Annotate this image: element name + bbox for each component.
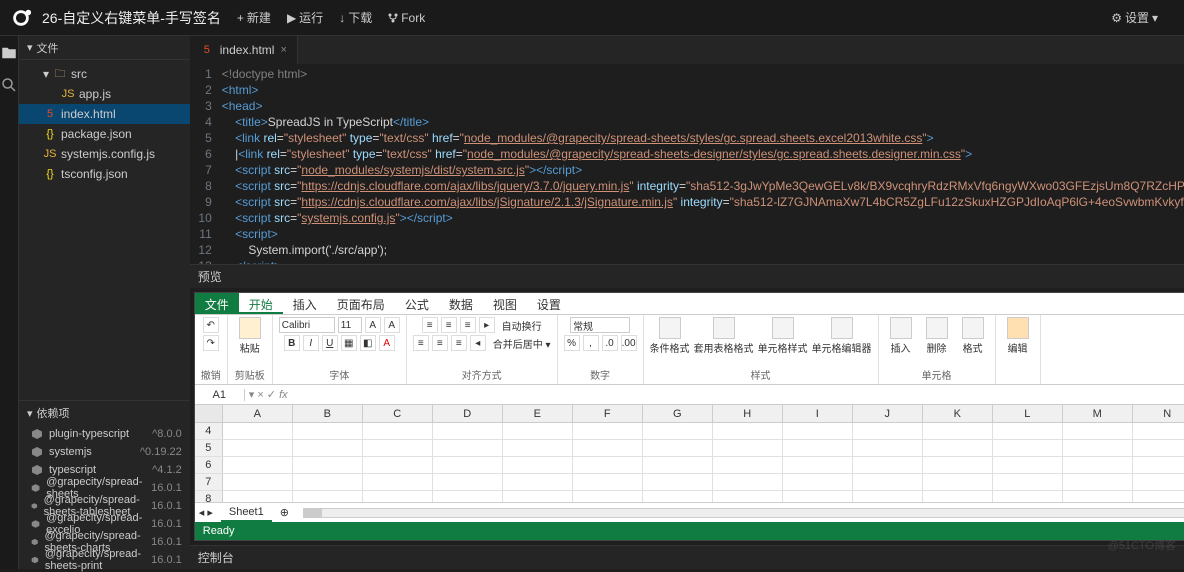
ribbon-tab-0[interactable]: 文件 [195, 293, 239, 314]
ribbon-tab-1[interactable]: 开始 [239, 293, 283, 314]
dep-row[interactable]: plugin-typescript^8.0.0 [19, 425, 190, 443]
delete-button[interactable]: 删除 [921, 317, 953, 355]
top-bar: 26-自定义右键菜单-手写签名 + 新建 ▶ 运行 ↓ 下载 Fork ⚙ 设置… [0, 0, 1184, 36]
fork-button[interactable]: Fork [388, 11, 425, 25]
size-select[interactable] [338, 317, 362, 333]
cell-edit-button[interactable]: 单元格编辑器 [812, 317, 872, 355]
underline-button[interactable]: U [322, 335, 338, 351]
align-left[interactable]: ≡ [413, 335, 429, 351]
sidebar: ▾ 文件 ▾ 🗀src JSapp.js5index.html{}package… [19, 36, 190, 569]
dependencies: ▾ 依赖项 plugin-typescript^8.0.0systemjs^0.… [19, 400, 190, 569]
sheet-tabs: ◂ ▸ Sheet1 ⊕ [195, 502, 1184, 522]
status-bar: Ready — + 100% [195, 522, 1184, 540]
formula-bar[interactable]: A1 ▾ × ✓ fx [195, 385, 1184, 405]
dep-row[interactable]: @grapecity/spread-sheets-print16.0.1 [19, 551, 190, 569]
preview-pane: 文件开始插入页面布局公式数据视图设置 ↶↷撤销 粘贴剪贴板 AA BIU▦◧A … [194, 292, 1184, 541]
number-format[interactable] [570, 317, 630, 333]
tab-index-html[interactable]: 5 index.html × [190, 36, 298, 64]
preview-header: 预览 ⧉ × [190, 264, 1184, 288]
undo-button[interactable]: ↶ [203, 317, 219, 333]
paste-button[interactable]: 粘贴 [234, 317, 266, 355]
format-button[interactable]: 格式 [957, 317, 989, 355]
edit-button[interactable]: 编辑 [1002, 317, 1034, 355]
ribbon-tab-2[interactable]: 插入 [283, 293, 327, 314]
dep-row[interactable]: systemjs^0.19.22 [19, 443, 190, 461]
border-button[interactable]: ▦ [341, 335, 357, 351]
horizontal-scrollbar[interactable] [303, 508, 1184, 518]
table-fmt-button[interactable]: 套用表格格式 [694, 317, 754, 355]
file-tree: ▾ 🗀src JSapp.js5index.html{}package.json… [19, 60, 190, 188]
ribbon: ↶↷撤销 粘贴剪贴板 AA BIU▦◧A 字体 ≡≡≡▸自动换行 ≡≡≡◂合并后… [195, 315, 1184, 385]
new-button[interactable]: + 新建 [237, 9, 271, 26]
name-box[interactable]: A1 [195, 389, 245, 401]
project-title: 26-自定义右键菜单-手写签名 [42, 8, 221, 28]
ribbon-tab-4[interactable]: 公式 [395, 293, 439, 314]
bold-button[interactable]: B [284, 335, 300, 351]
ribbon-tab-6[interactable]: 视图 [483, 293, 527, 314]
ribbon-tabs: 文件开始插入页面布局公式数据视图设置 [195, 293, 1184, 315]
color-button[interactable]: A [379, 335, 395, 351]
insert-button[interactable]: 插入 [885, 317, 917, 355]
align-top[interactable]: ≡ [422, 317, 438, 333]
ribbon-tab-5[interactable]: 数据 [439, 293, 483, 314]
file-index.html[interactable]: 5index.html [19, 104, 190, 124]
activity-bar [0, 36, 19, 569]
file-tsconfig.json[interactable]: {}tsconfig.json [19, 164, 190, 184]
deps-header[interactable]: ▾ 依赖项 [19, 401, 190, 425]
search-icon[interactable] [0, 76, 18, 94]
font-select[interactable] [279, 317, 335, 333]
close-icon[interactable]: × [280, 44, 286, 56]
settings-button[interactable]: ⚙ 设置 ▾ [1111, 9, 1158, 26]
run-button[interactable]: ▶ 运行 [287, 9, 323, 26]
ribbon-tab-3[interactable]: 页面布局 [327, 293, 395, 314]
editor-tabs: 5 index.html × [190, 36, 1184, 64]
logo-icon [10, 7, 32, 29]
fill-button[interactable]: ◧ [360, 335, 376, 351]
add-sheet-button[interactable]: ⊕ [280, 506, 289, 519]
sheet-tab-1[interactable]: Sheet1 [221, 504, 272, 522]
ribbon-tab-7[interactable]: 设置 [527, 293, 571, 314]
spreadsheet-grid[interactable]: ABCDEFGHIJKLMNOPQRST 45678910 [195, 405, 1184, 502]
code-editor[interactable]: 123456789101112131415 <!doctype html> <h… [190, 64, 1184, 264]
sheet-nav[interactable]: ◂ ▸ [199, 506, 213, 519]
file-systemjs.config.js[interactable]: JSsystemjs.config.js [19, 144, 190, 164]
grow-font[interactable]: A [365, 317, 381, 333]
folder-src[interactable]: ▾ 🗀src [19, 64, 190, 84]
download-button[interactable]: ↓ 下载 [339, 9, 372, 26]
italic-button[interactable]: I [303, 335, 319, 351]
redo-button[interactable]: ↷ [203, 335, 219, 351]
file-app.js[interactable]: JSapp.js [19, 84, 190, 104]
watermark: @51CTO博客 [1108, 537, 1176, 553]
console-header[interactable]: 控制台 [190, 545, 1184, 569]
cond-fmt-button[interactable]: 条件格式 [650, 317, 690, 355]
editor-area: 5 index.html × 123456789101112131415 <!d… [190, 36, 1184, 569]
shrink-font[interactable]: A [384, 317, 400, 333]
files-header[interactable]: ▾ 文件 [19, 36, 190, 60]
file-package.json[interactable]: {}package.json [19, 124, 190, 144]
explorer-icon[interactable] [0, 44, 18, 62]
cell-style-button[interactable]: 单元格样式 [758, 317, 808, 355]
